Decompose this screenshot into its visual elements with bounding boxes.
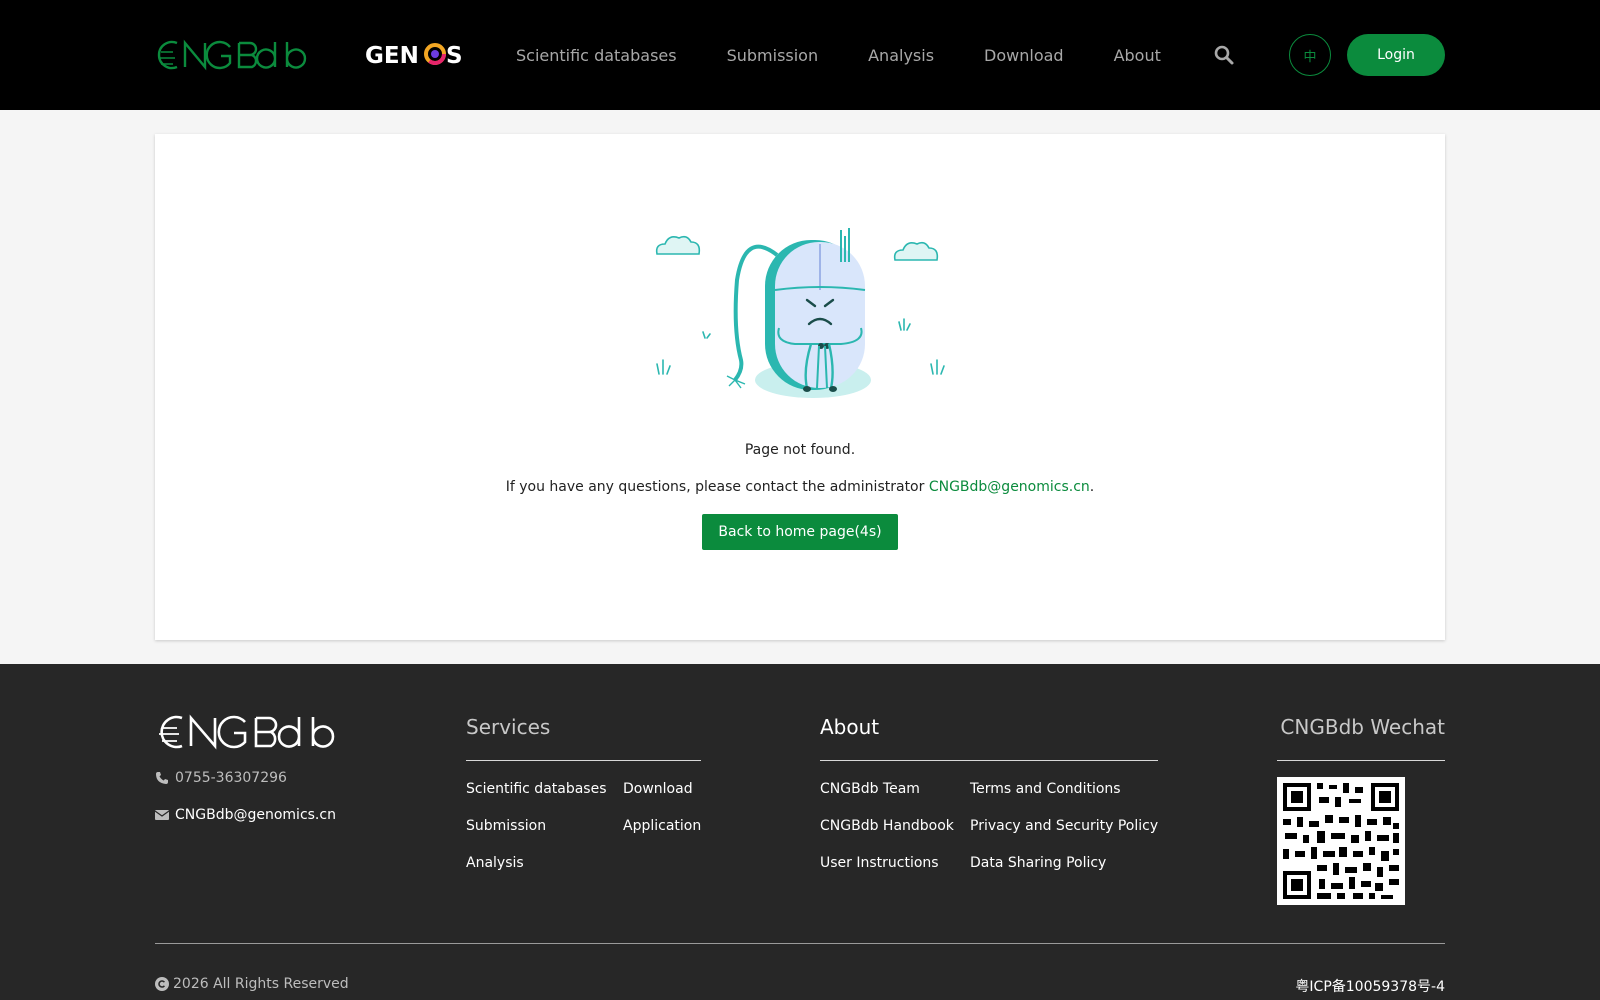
footer-bottom-divider	[155, 943, 1445, 944]
about-divider	[820, 760, 1158, 761]
footer-link-user-instructions[interactable]: User Instructions	[820, 855, 939, 871]
nav-submission[interactable]: Submission	[727, 46, 819, 65]
wechat-divider	[1277, 760, 1445, 761]
footer-link-analysis[interactable]: Analysis	[466, 855, 524, 871]
footer-email[interactable]: CNGBdb@genomics.cn	[155, 807, 336, 823]
footer-link-scientific-databases[interactable]: Scientific databases	[466, 781, 607, 797]
phone-icon	[156, 772, 168, 784]
admin-email-link[interactable]: CNGBdb@genomics.cn	[929, 479, 1090, 495]
email-address[interactable]: CNGBdb@genomics.cn	[175, 807, 336, 823]
footer-link-privacy[interactable]: Privacy and Security Policy	[970, 818, 1158, 834]
phone-number: 0755-36307296	[175, 770, 287, 786]
contact-message: If you have any questions, please contac…	[155, 479, 1445, 495]
svg-text:GEN: GEN	[365, 43, 419, 69]
footer-link-terms[interactable]: Terms and Conditions	[970, 781, 1121, 797]
nav-scientific-databases[interactable]: Scientific databases	[516, 46, 677, 65]
login-button[interactable]: Login	[1347, 34, 1445, 76]
page-not-found-message: Page not found.	[744, 442, 856, 458]
wechat-qr-code	[1277, 777, 1405, 905]
copyright: 2026 All Rights Reserved	[155, 976, 349, 992]
services-divider	[466, 760, 701, 761]
site-footer: 0755-36307296 CNGBdb@genomics.cn Service…	[0, 664, 1600, 1000]
sad-mouse-illustration	[655, 228, 945, 398]
footer-link-download[interactable]: Download	[623, 781, 693, 797]
cngbdb-logo[interactable]	[155, 38, 315, 72]
contact-suffix: .	[1089, 479, 1095, 495]
top-navbar: GEN S Scientific databases Submission An…	[0, 0, 1600, 110]
icp-license[interactable]: 粤ICP备10059378号-4	[1295, 976, 1445, 996]
about-title: About	[820, 715, 880, 739]
language-toggle-button[interactable]: 中	[1289, 34, 1331, 76]
copyright-text: 2026 All Rights Reserved	[173, 976, 349, 992]
wechat-title: CNGBdb Wechat	[1280, 715, 1445, 739]
footer-link-cngbdb-team[interactable]: CNGBdb Team	[820, 781, 920, 797]
footer-link-submission[interactable]: Submission	[466, 818, 546, 834]
footer-link-handbook[interactable]: CNGBdb Handbook	[820, 818, 954, 834]
footer-link-application[interactable]: Application	[623, 818, 701, 834]
nav-download[interactable]: Download	[984, 46, 1064, 65]
error-card: Page not found. If you have any question…	[155, 134, 1445, 640]
nav-about[interactable]: About	[1114, 46, 1161, 65]
footer-cngbdb-logo[interactable]	[155, 712, 347, 752]
svg-text:S: S	[446, 43, 463, 69]
copyright-icon	[155, 977, 169, 991]
back-to-home-button[interactable]: Back to home page(4s)	[702, 514, 898, 550]
search-icon[interactable]	[1213, 44, 1235, 66]
footer-phone: 0755-36307296	[155, 770, 287, 786]
services-title: Services	[466, 715, 551, 739]
footer-link-data-sharing[interactable]: Data Sharing Policy	[970, 855, 1106, 871]
main-nav: Scientific databases Submission Analysis…	[516, 0, 1211, 110]
contact-prefix: If you have any questions, please contac…	[505, 479, 929, 495]
mail-icon	[155, 810, 169, 820]
nav-analysis[interactable]: Analysis	[868, 46, 934, 65]
genos-logo[interactable]: GEN S	[365, 40, 467, 70]
